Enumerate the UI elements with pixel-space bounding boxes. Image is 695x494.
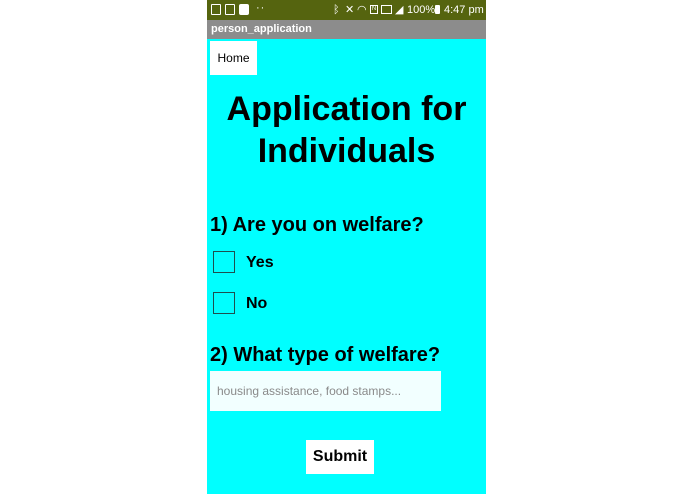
battery-percent: 100% bbox=[407, 4, 436, 16]
no-checkbox[interactable] bbox=[213, 292, 235, 314]
app-title-bar: person_application bbox=[207, 20, 486, 39]
no-label[interactable]: No bbox=[246, 292, 267, 316]
status-time: 4:47 pm bbox=[444, 4, 484, 16]
bluetooth-icon: ᛒ bbox=[333, 4, 340, 16]
wifi-icon: ◠ bbox=[357, 4, 367, 16]
battery-icon bbox=[435, 5, 440, 14]
signal-icon: ◢ bbox=[395, 4, 404, 16]
shield-icon bbox=[239, 4, 249, 15]
yes-checkbox[interactable] bbox=[213, 251, 235, 273]
mute-icon: ✕ bbox=[345, 4, 355, 16]
gallery-icon bbox=[225, 4, 235, 15]
question-welfare-type: 2) What type of welfare? bbox=[210, 344, 441, 366]
phone-screen: ·· ᛒ ✕ ◠ N ◢ 100% 4:47 pm person_applica… bbox=[207, 0, 486, 494]
status-bar: ·· ᛒ ✕ ◠ N ◢ 100% 4:47 pm bbox=[207, 0, 486, 20]
image-icon bbox=[211, 4, 221, 15]
status-dots: ·· bbox=[256, 2, 266, 14]
yes-label[interactable]: Yes bbox=[246, 251, 274, 275]
home-button[interactable]: Home bbox=[210, 41, 257, 75]
nfc-icon: N bbox=[370, 5, 378, 14]
question-welfare: 1) Are you on welfare? bbox=[210, 214, 424, 236]
submit-button[interactable]: Submit bbox=[306, 440, 374, 474]
welfare-type-input[interactable] bbox=[210, 371, 441, 411]
lte-icon bbox=[381, 5, 392, 14]
page-title: Application for Individuals bbox=[226, 90, 467, 170]
